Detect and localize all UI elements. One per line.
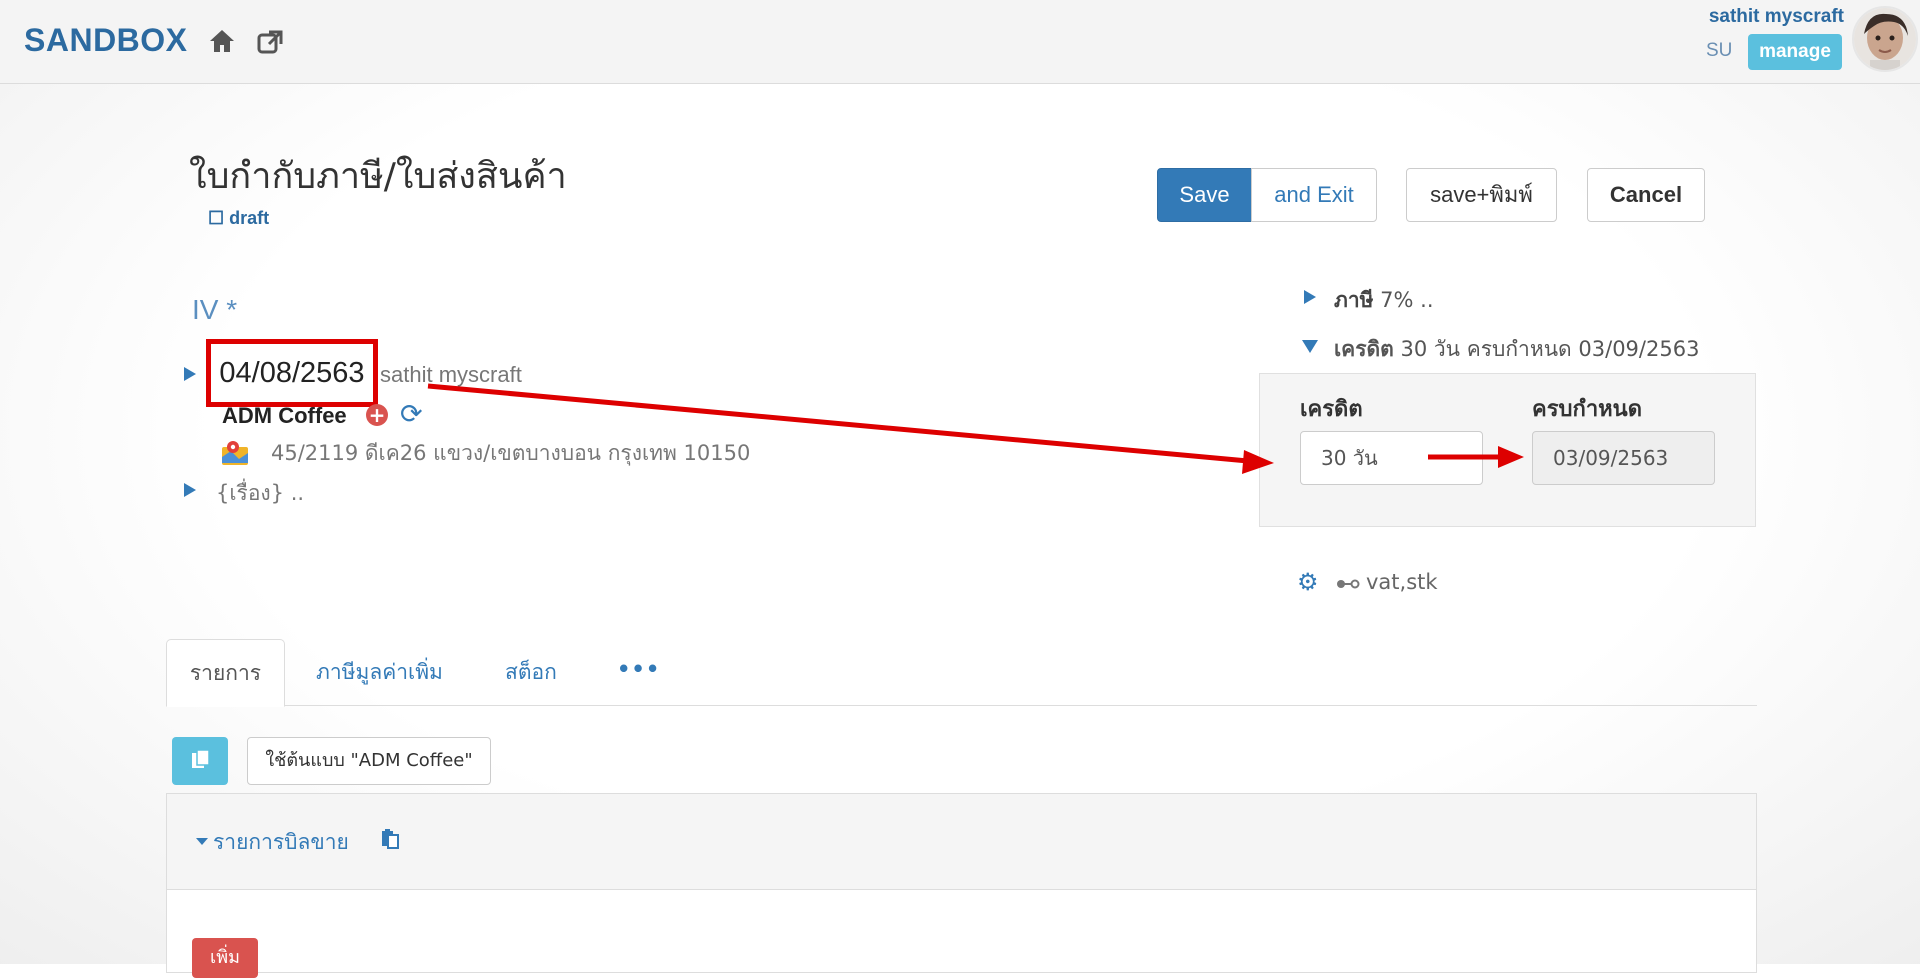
add-customer-icon[interactable]: + [366, 404, 388, 426]
tab-items[interactable]: รายการ [166, 639, 285, 707]
gear-icon[interactable]: ⚙ [1297, 568, 1319, 596]
tab-stock[interactable]: สต็อก [505, 639, 557, 706]
role-badge: SU [1706, 40, 1733, 61]
creator-name: sathit myscraft [380, 362, 522, 387]
collapse-credit-icon[interactable] [1302, 340, 1318, 353]
avatar[interactable] [1852, 6, 1918, 72]
credit-title: เครดิต [1334, 337, 1394, 361]
document-date[interactable]: 04/08/2563 [206, 339, 378, 407]
credit-days-input[interactable]: 30 วัน [1300, 431, 1483, 485]
home-icon[interactable] [208, 28, 236, 54]
paste-icon[interactable] [380, 828, 400, 850]
customer-name[interactable]: ADM Coffee [222, 403, 347, 429]
due-date-label: ครบกำหนด [1532, 397, 1642, 422]
user-name[interactable]: sathit myscraft [1709, 6, 1844, 28]
items-panel-header [167, 794, 1756, 890]
credit-summary[interactable]: เครดิต 30 วัน ครบกำหนด 03/09/2563 [1334, 333, 1699, 366]
items-section-title[interactable]: รายการบิลขาย [213, 826, 349, 859]
save-and-exit-button[interactable]: and Exit [1251, 168, 1377, 222]
top-navbar: SANDBOX sathit myscraft SU manage [0, 0, 1920, 84]
save-print-button[interactable]: save+พิมพ์ [1406, 168, 1557, 222]
key-icon [1337, 579, 1360, 589]
customer-address: 45/2119 ดีเค26 แขวง/เขตบางบอน กรุงเทพ 10… [271, 441, 751, 465]
subject-field[interactable]: {เรื่อง} .. [216, 477, 304, 510]
tab-vat[interactable]: ภาษีมูลค่าเพิ่ม [316, 639, 443, 706]
refresh-icon[interactable]: ⟳ [400, 399, 423, 430]
draft-checkbox[interactable]: ☐ draft [208, 208, 269, 229]
chevron-down-icon[interactable] [196, 838, 208, 845]
document-number[interactable]: IV * [192, 294, 237, 326]
due-date-input: 03/09/2563 [1532, 431, 1715, 485]
copy-button[interactable] [172, 737, 228, 785]
expand-subject-icon[interactable] [184, 483, 196, 497]
use-template-button[interactable]: ใช้ต้นแบบ "ADM Coffee" [247, 737, 491, 785]
save-button[interactable]: Save [1157, 168, 1252, 222]
external-link-icon[interactable] [256, 29, 284, 55]
vat-summary[interactable]: ภาษี 7% .. [1334, 284, 1434, 317]
expand-date-icon[interactable] [184, 367, 196, 381]
credit-label: เครดิต [1300, 397, 1363, 422]
cancel-button[interactable]: Cancel [1587, 168, 1705, 222]
vat-title: ภาษี [1334, 288, 1374, 312]
tab-more[interactable]: ••• [617, 636, 660, 703]
expand-vat-icon[interactable] [1304, 290, 1316, 304]
doc-flags: vat,stk [1366, 570, 1438, 594]
due-summary-text: 03/09/2563 [1578, 337, 1700, 361]
copy-icon [192, 749, 210, 768]
page-title: ใบกำกับภาษี/ใบส่งสินค้า [189, 156, 567, 197]
map-icon[interactable] [221, 439, 249, 467]
manage-button[interactable]: manage [1748, 34, 1842, 70]
credit-summary-text: 30 วัน ครบกำหนด [1400, 337, 1572, 361]
vat-value: 7% .. [1380, 288, 1434, 312]
add-item-button[interactable]: เพิ่ม [192, 938, 258, 978]
brand-logo[interactable]: SANDBOX [24, 22, 188, 59]
